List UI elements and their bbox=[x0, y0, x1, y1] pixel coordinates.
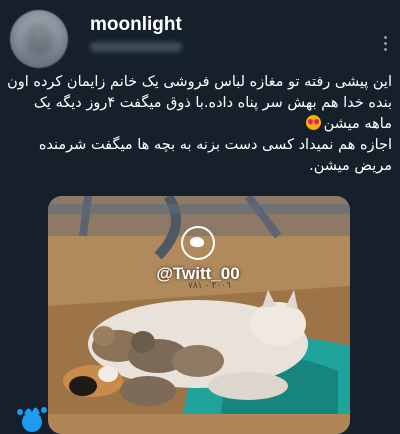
tweet-header: moonlight bbox=[0, 0, 400, 68]
heart-eyes-emoji-icon bbox=[305, 115, 321, 130]
bird-logo-icon bbox=[17, 407, 47, 432]
tweet-line-text: ماهه میشن bbox=[323, 116, 392, 132]
avatar[interactable] bbox=[10, 10, 68, 68]
tweet-line: ماهه میشن bbox=[0, 114, 392, 135]
tweet-line: این پیشی رفته تو مغازه لباس فروشی یک خان… bbox=[7, 74, 392, 90]
user-display-name[interactable]: moonlight bbox=[90, 14, 182, 36]
watermark-text: @Twitt_00 bbox=[156, 264, 240, 283]
tweet-line: مریض میشن. bbox=[309, 158, 392, 174]
tweet-line: اجازه هم نمیداد کسی دست بزنه به بچه ها م… bbox=[38, 137, 392, 153]
more-options-icon[interactable] bbox=[382, 36, 388, 51]
tweet-text: این پیشی رفته تو مغازه لباس فروشی یک خان… bbox=[0, 72, 394, 177]
watermark: @Twitt_00 bbox=[128, 226, 268, 284]
tweet-line: بنده خدا هم بهش سر پناه داده.با ذوق میگف… bbox=[33, 95, 392, 111]
user-handle-blurred[interactable] bbox=[90, 42, 182, 52]
twitter-bird-icon bbox=[181, 226, 215, 260]
